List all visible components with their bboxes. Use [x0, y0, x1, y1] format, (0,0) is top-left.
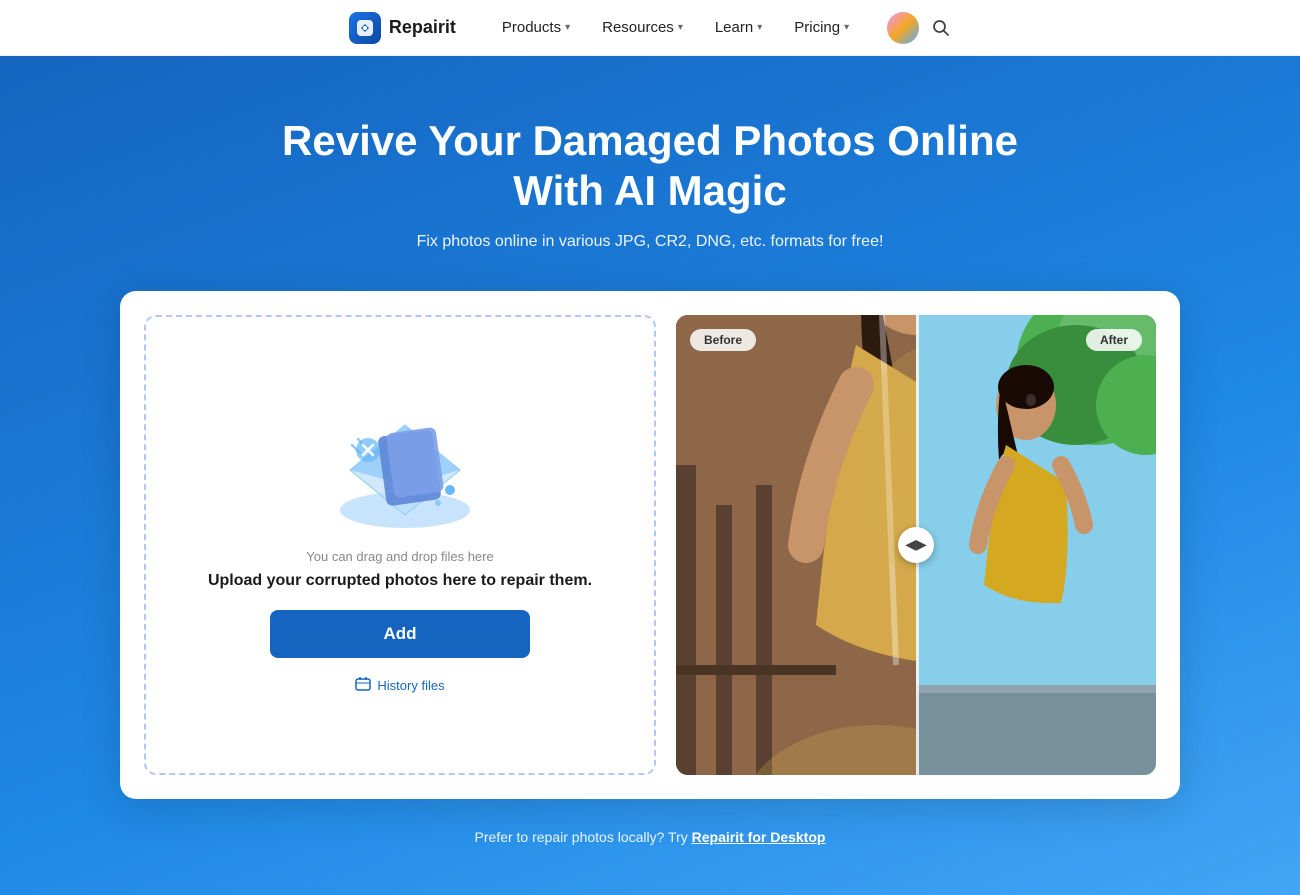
drag-drop-text: You can drag and drop files here [306, 549, 493, 564]
nav-right [887, 12, 951, 44]
ba-container: Before After ◀▶ [676, 315, 1156, 775]
nav-resources[interactable]: Resources ▾ [588, 11, 697, 44]
chevron-down-icon: ▾ [565, 22, 570, 33]
upload-main-text: Upload your corrupted photos here to rep… [208, 572, 592, 590]
nav-items: Products ▾ Resources ▾ Learn ▾ Pricing ▾ [488, 11, 863, 44]
search-icon[interactable] [931, 18, 951, 38]
history-icon [355, 676, 371, 695]
logo-text: Repairit [389, 17, 456, 38]
nav-products[interactable]: Products ▾ [488, 11, 584, 44]
logo[interactable]: Repairit [349, 12, 456, 44]
history-files-link[interactable]: History files [355, 676, 444, 695]
avatar[interactable] [887, 12, 919, 44]
logo-icon [349, 12, 381, 44]
upload-illustration [320, 395, 480, 525]
nav-pricing[interactable]: Pricing ▾ [780, 11, 863, 44]
after-panel [916, 315, 1156, 775]
before-after-panel: Before After ◀▶ [676, 315, 1156, 775]
after-label: After [1086, 329, 1142, 351]
hero-title: Revive Your Damaged Photos Online With A… [250, 116, 1050, 217]
nav-learn[interactable]: Learn ▾ [701, 11, 776, 44]
main-card: You can drag and drop files here Upload … [120, 291, 1180, 799]
navbar: Repairit Products ▾ Resources ▾ Learn ▾ … [0, 0, 1300, 56]
add-button[interactable]: Add [270, 610, 530, 658]
footer-note: Prefer to repair photos locally? Try Rep… [475, 829, 826, 845]
hero-subtitle: Fix photos online in various JPG, CR2, D… [417, 233, 884, 251]
hero-section: Revive Your Damaged Photos Online With A… [0, 56, 1300, 895]
desktop-link[interactable]: Repairit for Desktop [692, 829, 826, 845]
chevron-down-icon: ▾ [844, 22, 849, 33]
upload-area[interactable]: You can drag and drop files here Upload … [144, 315, 656, 775]
resize-icon: ◀▶ [905, 536, 927, 553]
before-label: Before [690, 329, 756, 351]
chevron-down-icon: ▾ [678, 22, 683, 33]
ba-handle[interactable]: ◀▶ [898, 527, 934, 563]
chevron-down-icon: ▾ [757, 22, 762, 33]
